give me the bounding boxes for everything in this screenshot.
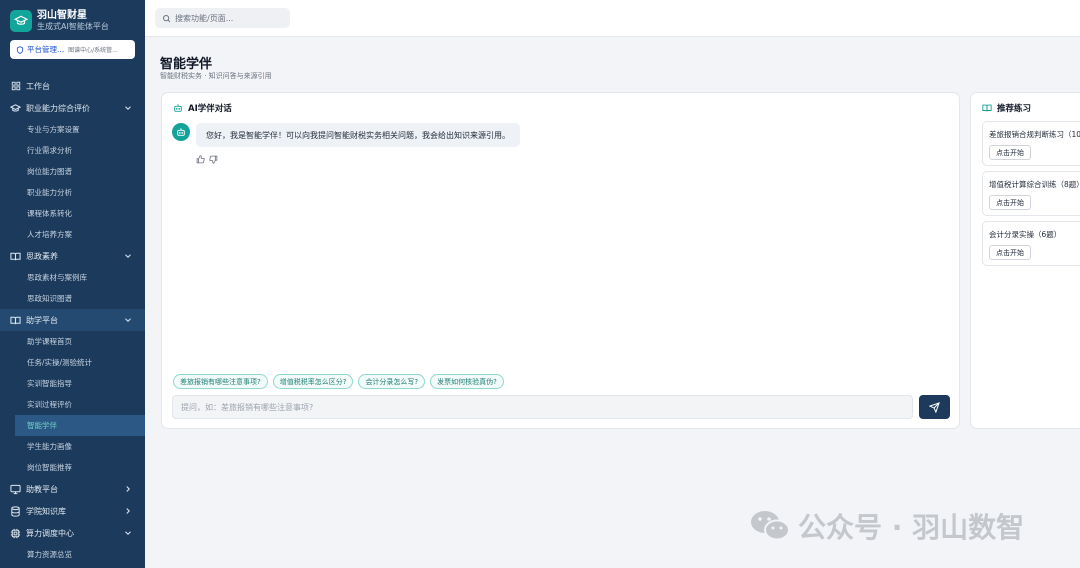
workspace-name: 平台管理...: [27, 45, 65, 54]
top-bar: 搜索功能/页面...: [145, 0, 1080, 37]
send-button[interactable]: [919, 395, 950, 419]
nav-subitem[interactable]: 思政知识图谱: [0, 288, 145, 309]
robot-icon: [174, 104, 182, 112]
send-icon: [929, 401, 940, 413]
chevron-right-icon: [126, 508, 130, 514]
nav-group-teaching[interactable]: 助教平台: [0, 478, 145, 500]
brand-name: 羽山智财星: [37, 10, 87, 21]
search-box[interactable]: 搜索功能/页面...: [155, 8, 290, 28]
chevron-down-icon: [125, 318, 131, 322]
workspace-selector[interactable]: 平台管理... 图谱中心/系统管...: [10, 40, 135, 59]
monitor-icon: [10, 484, 21, 495]
nav-subitem[interactable]: 职业能力分析: [0, 182, 145, 203]
search-placeholder: 搜索功能/页面...: [175, 13, 234, 23]
chat-title-label: AI学伴对话: [188, 104, 232, 114]
nav-item-label: 助学平台: [26, 315, 58, 325]
graduation-cap-icon: [10, 103, 21, 114]
practice-name: 会计分录实操（6题）: [989, 230, 1062, 239]
chat-panel: AI学伴对话 您好，我是智能学伴！可以向我提问智能财税实务相关问题，我会给出知识…: [161, 92, 960, 429]
bot-message: 您好，我是智能学伴！可以向我提问智能财税实务相关问题，我会给出知识来源引用。: [196, 123, 520, 147]
book-open-icon: [10, 251, 21, 262]
nav-subitem[interactable]: 课程体系转化: [0, 203, 145, 224]
nav-group-compute[interactable]: 算力调度中心: [0, 522, 145, 544]
page-subtitle: 智能财税实务 · 知识问答与来源引用: [160, 72, 272, 80]
nav-subitem-active[interactable]: 智能学伴: [15, 415, 145, 436]
nav-subitem[interactable]: 专业与方案设置: [0, 119, 145, 140]
nav-subitem[interactable]: 岗位能力图谱: [0, 161, 145, 182]
practice-title: 推荐练习: [982, 102, 1031, 114]
wechat-icon: [751, 511, 790, 541]
book-open-icon: [982, 104, 992, 112]
question-input[interactable]: [172, 395, 913, 419]
graduation-cap-icon: [10, 10, 32, 32]
nav-item-label: 助教平台: [26, 484, 58, 494]
thumbs-down-icon[interactable]: [209, 149, 218, 164]
nav-subitem[interactable]: 岗位智能推荐: [0, 457, 145, 478]
nav-item-dashboard[interactable]: 工作台: [0, 75, 145, 97]
practice-item: 差旅报销合规判断练习（10 点击开始: [982, 121, 1080, 166]
watermark-text: 公众号 · 羽山数智: [798, 511, 1025, 544]
practice-item: 增值税计算综合训练（8题） 点击开始: [982, 171, 1080, 216]
cpu-icon: [10, 528, 21, 539]
nav-item-label: 算力调度中心: [26, 528, 74, 538]
start-practice-button[interactable]: 点击开始: [989, 195, 1031, 210]
nav-item-label: 思政素养: [26, 251, 58, 261]
chat-title: AI学伴对话: [173, 102, 232, 114]
robot-icon: [177, 128, 185, 136]
nav-subitem[interactable]: 人才培养方案: [0, 224, 145, 245]
brand[interactable]: 羽山智财星 生成式AI智能体平台: [10, 10, 109, 32]
practice-item: 会计分录实操（6题） 点击开始: [982, 221, 1080, 266]
nav-subitem[interactable]: 实训智能指导: [0, 373, 145, 394]
message-feedback: [196, 149, 218, 164]
page-title: 智能学伴: [160, 57, 213, 72]
nav-subitem[interactable]: 行业需求分析: [0, 140, 145, 161]
nav-group-career-eval[interactable]: 职业能力综合评价: [0, 97, 145, 119]
nav-subitem[interactable]: 思政素材与案例库: [0, 267, 145, 288]
nav-subitem[interactable]: 实训过程评价: [0, 394, 145, 415]
nav-subitem[interactable]: 算力资源总览: [0, 544, 145, 565]
sidebar: 羽山智财星 生成式AI智能体平台 平台管理... 图谱中心/系统管... 工作台…: [0, 0, 145, 568]
nav-group-ideology[interactable]: 思政素养: [0, 245, 145, 267]
brand-subtitle: 生成式AI智能体平台: [37, 22, 109, 31]
practice-panel: 推荐练习 差旅报销合规判断练习（10 点击开始 增值税计算综合训练（8题） 点击…: [970, 92, 1080, 429]
nav-subitem[interactable]: 任务/实操/测验统计: [0, 352, 145, 373]
practice-title-label: 推荐练习: [997, 104, 1032, 114]
search-icon: [163, 14, 171, 22]
chevron-down-icon: [125, 254, 131, 258]
dashboard-icon: [10, 81, 21, 92]
workspace-path: 图谱中心/系统管...: [68, 47, 118, 54]
suggestion-chip[interactable]: 差旅报销有哪些注意事项?: [173, 374, 268, 389]
nav-subitem[interactable]: 助学课程首页: [0, 331, 145, 352]
book-open-icon: [10, 315, 21, 326]
chevron-right-icon: [126, 486, 130, 492]
database-icon: [10, 505, 21, 517]
suggestion-chip[interactable]: 增值税税率怎么区分?: [272, 374, 354, 389]
shield-icon: [16, 45, 24, 54]
watermark: 公众号 · 羽山数智: [750, 506, 1024, 546]
nav-subitem[interactable]: 学生能力画像: [0, 436, 145, 457]
chevron-down-icon: [125, 531, 131, 535]
bot-avatar: [172, 123, 190, 141]
thumbs-up-icon[interactable]: [196, 149, 205, 164]
chevron-down-icon: [125, 106, 131, 110]
start-practice-button[interactable]: 点击开始: [989, 245, 1031, 260]
suggestion-chips: 差旅报销有哪些注意事项? 增值税税率怎么区分? 会计分录怎么写? 发票如何核验真…: [173, 374, 504, 389]
practice-name: 差旅报销合规判断练习（10: [989, 130, 1080, 139]
nav-group-learning[interactable]: 助学平台: [0, 309, 145, 331]
suggestion-chip[interactable]: 发票如何核验真伪?: [430, 374, 504, 389]
start-practice-button[interactable]: 点击开始: [989, 145, 1031, 160]
nav-item-label: 职业能力综合评价: [26, 103, 90, 113]
nav-item-label: 学院知识库: [26, 506, 66, 516]
suggestion-chip[interactable]: 会计分录怎么写?: [358, 374, 426, 389]
nav-group-knowledge-base[interactable]: 学院知识库: [0, 500, 145, 522]
nav-item-label: 工作台: [26, 81, 50, 91]
sidebar-nav: 工作台 职业能力综合评价 专业与方案设置 行业需求分析 岗位能力图谱 职业能力分…: [0, 75, 145, 565]
practice-name: 增值税计算综合训练（8题）: [989, 180, 1080, 189]
